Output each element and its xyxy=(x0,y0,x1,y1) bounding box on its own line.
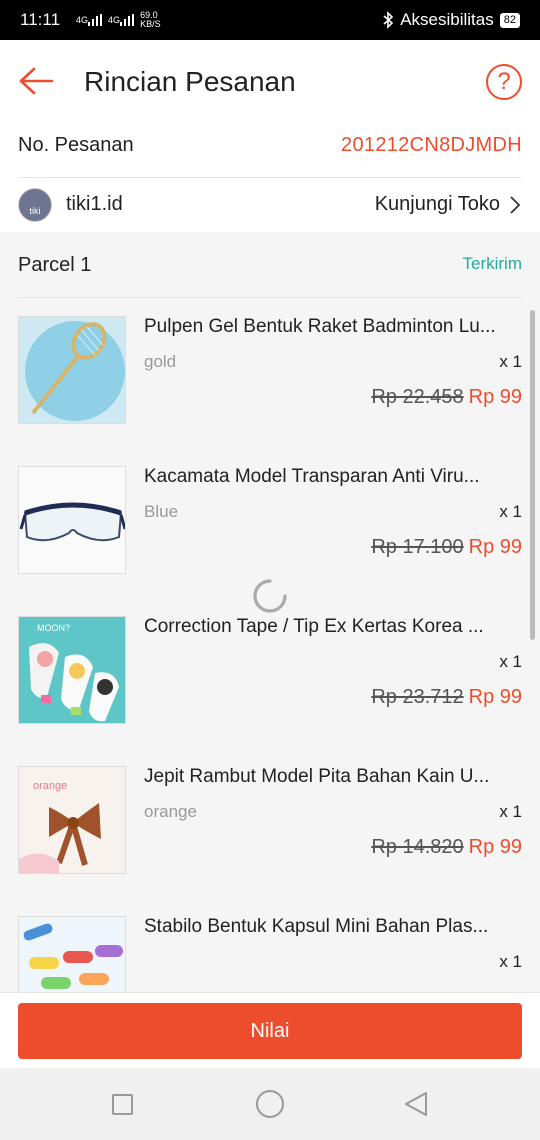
product-quantity: x 1 xyxy=(499,802,522,821)
product-name: Jepit Rambut Model Pita Bahan Kain U... xyxy=(144,766,490,787)
accessibility-label: Aksesibilitas xyxy=(400,10,494,29)
original-price: Rp 22.458 xyxy=(371,386,464,408)
rate-button[interactable]: Nilai xyxy=(18,1003,522,1059)
product-thumbnail-safety-glasses xyxy=(18,466,126,574)
visit-shop-link[interactable]: Kunjungi Toko xyxy=(375,193,500,216)
parcel-header: Parcel 1 Terkirim xyxy=(0,232,540,298)
original-price: Rp 23.712 xyxy=(371,686,464,708)
back-triangle-icon[interactable] xyxy=(402,1090,430,1118)
product-prices: Rp 23.712 Rp 99 xyxy=(371,686,522,709)
product-item[interactable]: MOON? Correction Tape / Tip Ex Kertas Ko… xyxy=(0,598,540,748)
order-number-label: No. Pesanan xyxy=(18,134,134,156)
shop-name: tiki1.id xyxy=(66,193,123,215)
recent-apps-icon[interactable] xyxy=(112,1094,133,1115)
shop-avatar: tiki xyxy=(18,188,52,222)
product-variant: Blue xyxy=(144,502,179,521)
network-signal-1: 4G xyxy=(76,14,89,25)
network-signal-2: 4G xyxy=(108,14,121,25)
parcel-name: Parcel 1 xyxy=(18,254,92,276)
final-price: Rp 99 xyxy=(468,686,522,708)
product-list: Pulpen Gel Bentuk Raket Badminton Lu... … xyxy=(0,298,540,992)
product-quantity: x 1 xyxy=(499,952,522,971)
product-thumbnail-hair-clip: orange xyxy=(18,766,126,874)
page-title: Rincian Pesanan xyxy=(84,66,296,97)
original-price: Rp 14.820 xyxy=(371,836,464,858)
product-item[interactable]: Kacamata Model Transparan Anti Viru... B… xyxy=(0,448,540,598)
product-name: Correction Tape / Tip Ex Kertas Korea ..… xyxy=(144,616,484,637)
parcel-status: Terkirim xyxy=(462,254,523,273)
signal-icon xyxy=(88,14,103,26)
final-price: Rp 99 xyxy=(468,536,522,558)
final-price: Rp 99 xyxy=(468,836,522,858)
battery-level: 82 xyxy=(499,12,520,28)
product-quantity: x 1 xyxy=(499,352,522,371)
bottom-action-bar: Nilai xyxy=(0,992,540,1068)
product-prices: Rp 14.820 Rp 99 xyxy=(371,836,522,859)
chevron-right-icon[interactable] xyxy=(508,195,522,215)
product-item[interactable]: Pulpen Gel Bentuk Raket Badminton Lu... … xyxy=(0,298,540,448)
product-quantity: x 1 xyxy=(499,502,522,521)
question-circle-icon[interactable]: ? xyxy=(486,64,522,100)
speed-unit: KB/S xyxy=(140,19,161,29)
product-variant: orange xyxy=(144,802,197,821)
product-thumbnail-badminton-pen xyxy=(18,316,126,424)
product-quantity: x 1 xyxy=(499,652,522,671)
signal-icon xyxy=(120,14,135,26)
thumbnail-text-orange: orange xyxy=(33,780,67,792)
home-icon[interactable] xyxy=(256,1090,284,1118)
product-variant: gold xyxy=(144,352,177,371)
loading-spinner-icon xyxy=(253,579,287,613)
product-item[interactable]: orange Jepit Rambut Model Pita Bahan Kai… xyxy=(0,748,540,898)
product-name: Stabilo Bentuk Kapsul Mini Bahan Plas... xyxy=(144,916,489,937)
product-name: Pulpen Gel Bentuk Raket Badminton Lu... xyxy=(144,316,496,337)
original-price: Rp 17.100 xyxy=(371,536,464,558)
status-time: 11:11 xyxy=(20,10,61,29)
thumbnail-text-moon: MOON? xyxy=(37,623,70,633)
scrollbar[interactable] xyxy=(530,310,535,640)
system-nav-bar xyxy=(0,1068,540,1140)
network-speed: 69.0 KB/S xyxy=(140,11,161,29)
bluetooth-icon xyxy=(383,11,394,29)
product-prices: Rp 22.458 Rp 99 xyxy=(371,386,522,409)
product-item[interactable]: Stabilo Bentuk Kapsul Mini Bahan Plas...… xyxy=(0,898,540,992)
status-bar: 11:11 4G 4G 69.0 KB/S Aksesibilitas 82 xyxy=(0,0,540,40)
product-thumbnail-capsule-highlighter xyxy=(18,916,126,992)
app-bar: Rincian Pesanan ? xyxy=(0,40,540,124)
product-thumbnail-correction-tape: MOON? xyxy=(18,616,126,724)
product-prices: Rp 17.100 Rp 99 xyxy=(371,536,522,559)
order-number-value[interactable]: 201212CN8DJMDH xyxy=(341,134,522,157)
arrow-left-icon[interactable] xyxy=(18,66,54,96)
order-number-row: No. Pesanan 201212CN8DJMDH xyxy=(0,124,540,178)
product-name: Kacamata Model Transparan Anti Viru... xyxy=(144,466,480,487)
status-right: Aksesibilitas 82 xyxy=(382,10,520,30)
shop-row[interactable]: tiki tiki1.id Kunjungi Toko xyxy=(0,178,540,232)
final-price: Rp 99 xyxy=(468,386,522,408)
